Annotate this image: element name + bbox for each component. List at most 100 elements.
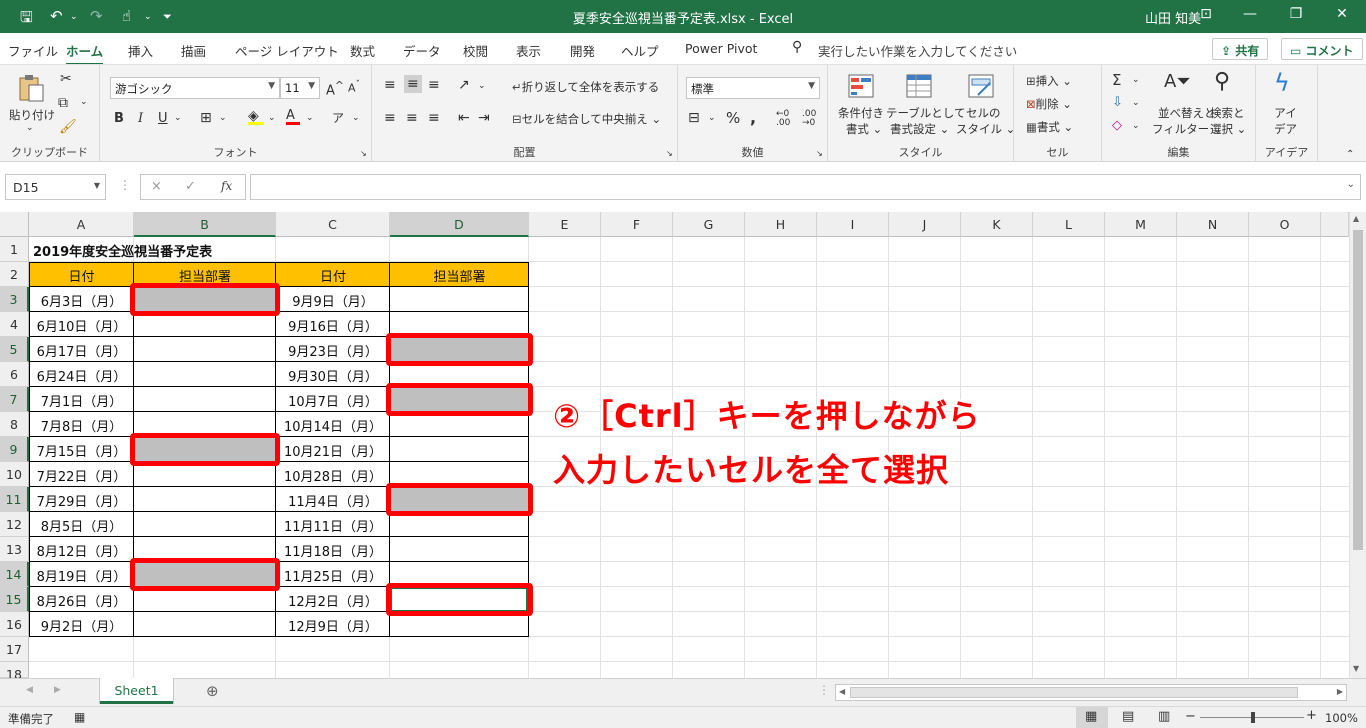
horizontal-scrollbar[interactable]: ◀ ▶ — [835, 684, 1347, 701]
zoom-in-icon[interactable]: + — [1306, 708, 1317, 723]
number-format-select[interactable]: 標準 ▼ — [686, 77, 820, 99]
expand-formula-bar-icon[interactable]: ⌄ — [1347, 179, 1355, 190]
copy-dropdown-icon[interactable]: ⌄ — [80, 97, 88, 107]
sort-filter-icon[interactable]: A⏷ — [1164, 71, 1191, 92]
tab-help[interactable]: ヘルプ — [621, 41, 659, 60]
row-header[interactable]: 1 — [0, 237, 29, 262]
row-header[interactable]: 10 — [0, 462, 29, 487]
cell-styles-button[interactable]: セルの スタイル ⌄ — [956, 105, 1015, 137]
minimize-icon[interactable]: — — [1240, 6, 1260, 22]
tab-formulas[interactable]: 数式 — [350, 41, 375, 60]
date-cell[interactable]: 9月2日（月） — [29, 616, 134, 635]
borders-icon[interactable]: ⊞ — [200, 110, 212, 126]
align-right-icon[interactable]: ≡ — [428, 110, 440, 126]
orientation-icon[interactable]: ↗ — [458, 77, 470, 93]
fill-dropdown-icon[interactable]: ⌄ — [1132, 98, 1140, 108]
column-header[interactable]: N — [1177, 212, 1249, 237]
font-color-icon[interactable]: A — [286, 108, 300, 125]
increase-decimal-icon[interactable]: ←0.00 — [776, 110, 790, 128]
date-cell[interactable]: 6月24日（月） — [29, 366, 134, 385]
align-middle-icon[interactable]: ≡ — [404, 75, 422, 93]
normal-view-button[interactable]: ▦ — [1076, 707, 1108, 728]
date-cell[interactable]: 9月9日（月） — [276, 291, 390, 310]
date-cell[interactable]: 6月17日（月） — [29, 341, 134, 360]
date-cell[interactable]: 11月18日（月） — [276, 541, 390, 560]
date-cell[interactable]: 7月15日（月） — [29, 441, 134, 460]
row-header[interactable]: 16 — [0, 612, 29, 637]
underline-dropdown-icon[interactable]: ⌄ — [174, 113, 182, 123]
font-color-dropdown-icon[interactable]: ⌄ — [306, 113, 314, 123]
fill-dropdown-icon[interactable]: ⌄ — [268, 113, 276, 123]
restore-icon[interactable]: ❐ — [1286, 6, 1306, 22]
scroll-up-icon[interactable]: ▲ — [1353, 214, 1359, 223]
align-bottom-icon[interactable]: ≡ — [428, 77, 440, 93]
horizontal-scroll-thumb[interactable] — [850, 687, 1298, 698]
fill-color-icon[interactable]: ◈ — [248, 108, 264, 125]
column-header[interactable]: D — [390, 212, 529, 237]
tab-developer[interactable]: 開発 — [570, 41, 595, 60]
column-header[interactable]: G — [673, 212, 745, 237]
sheet-title-cell[interactable]: 2019年度安全巡視当番予定表 — [33, 241, 212, 260]
row-header[interactable]: 13 — [0, 537, 29, 562]
scroll-tabs-right-icon[interactable]: ▶ — [54, 685, 61, 695]
row-header[interactable]: 11 — [0, 487, 29, 512]
phonetic-dropdown-icon[interactable]: ⌄ — [352, 113, 360, 123]
table-header-cell[interactable]: 担当部署 — [390, 262, 529, 287]
row-header[interactable]: 9 — [0, 437, 29, 462]
row-header[interactable]: 18 — [0, 662, 29, 678]
insert-cells-button[interactable]: ⊞挿入 ⌄ — [1026, 73, 1072, 89]
date-cell[interactable]: 8月26日（月） — [29, 591, 134, 610]
ideas-button[interactable]: アイ デア — [1274, 105, 1297, 137]
bold-icon[interactable]: B — [114, 111, 124, 126]
zoom-slider-thumb[interactable] — [1251, 712, 1255, 723]
column-header[interactable]: C — [276, 212, 390, 237]
row-header[interactable]: 3 — [0, 287, 29, 312]
date-cell[interactable]: 7月1日（月） — [29, 391, 134, 410]
cancel-icon[interactable]: × — [151, 179, 162, 194]
table-header-cell[interactable]: 日付 — [276, 262, 390, 287]
accessibility-icon[interactable]: ▦ — [74, 710, 85, 724]
fill-icon[interactable]: ⇩ — [1112, 95, 1123, 110]
find-select-icon[interactable]: ⚲ — [1214, 69, 1230, 94]
date-cell[interactable]: 8月5日（月） — [29, 516, 134, 535]
copy-icon[interactable]: ⧉ — [58, 95, 68, 111]
align-center-icon[interactable]: ≡ — [406, 110, 418, 126]
date-cell[interactable]: 11月11日（月） — [276, 516, 390, 535]
accounting-dropdown-icon[interactable]: ⌄ — [708, 113, 716, 123]
page-layout-view-icon[interactable]: ▤ — [1122, 709, 1134, 724]
clear-icon[interactable]: ◇ — [1112, 118, 1122, 133]
decrease-indent-icon[interactable]: ⇤ — [458, 110, 470, 126]
formula-input[interactable]: ⌄ — [250, 174, 1361, 200]
borders-dropdown-icon[interactable]: ⌄ — [219, 113, 227, 123]
sheet-tab-sheet1[interactable]: Sheet1 — [100, 678, 173, 704]
column-header[interactable]: J — [889, 212, 961, 237]
date-cell[interactable]: 10月14日（月） — [276, 416, 390, 435]
date-cell[interactable]: 6月3日（月） — [29, 291, 134, 310]
date-cell[interactable]: 8月19日（月） — [29, 566, 134, 585]
conditional-formatting-button[interactable]: 条件付き 書式 ⌄ — [838, 105, 884, 137]
tab-insert[interactable]: 挿入 — [128, 41, 153, 60]
accounting-format-icon[interactable]: ⊟ — [688, 110, 700, 126]
decrease-font-icon[interactable]: Aˇ — [348, 79, 360, 95]
page-break-view-icon[interactable]: ▥ — [1158, 709, 1170, 724]
underline-icon[interactable]: U — [158, 111, 168, 126]
orientation-dropdown-icon[interactable]: ⌄ — [478, 81, 486, 91]
close-icon[interactable]: ✕ — [1332, 6, 1352, 22]
tab-data[interactable]: データ — [403, 41, 441, 60]
tab-home[interactable]: ホーム — [66, 41, 104, 66]
format-as-table-icon[interactable] — [904, 71, 934, 101]
new-sheet-icon[interactable]: ⊕ — [206, 682, 219, 700]
row-header[interactable]: 6 — [0, 362, 29, 387]
row-header[interactable]: 8 — [0, 412, 29, 437]
font-name-select[interactable]: 游ゴシック ▼ — [110, 77, 280, 99]
font-size-select[interactable]: 11 ▼ — [280, 77, 320, 99]
zoom-level[interactable]: 100% — [1325, 711, 1358, 725]
row-header[interactable]: 5 — [0, 337, 29, 362]
paste-dropdown-icon[interactable]: ⌄ — [26, 123, 34, 133]
row-header[interactable]: 17 — [0, 637, 29, 662]
row-header[interactable]: 4 — [0, 312, 29, 337]
column-header[interactable]: I — [817, 212, 889, 237]
tab-view[interactable]: 表示 — [516, 41, 541, 60]
enter-icon[interactable]: ✓ — [185, 179, 196, 194]
tab-review[interactable]: 校閲 — [463, 41, 488, 60]
